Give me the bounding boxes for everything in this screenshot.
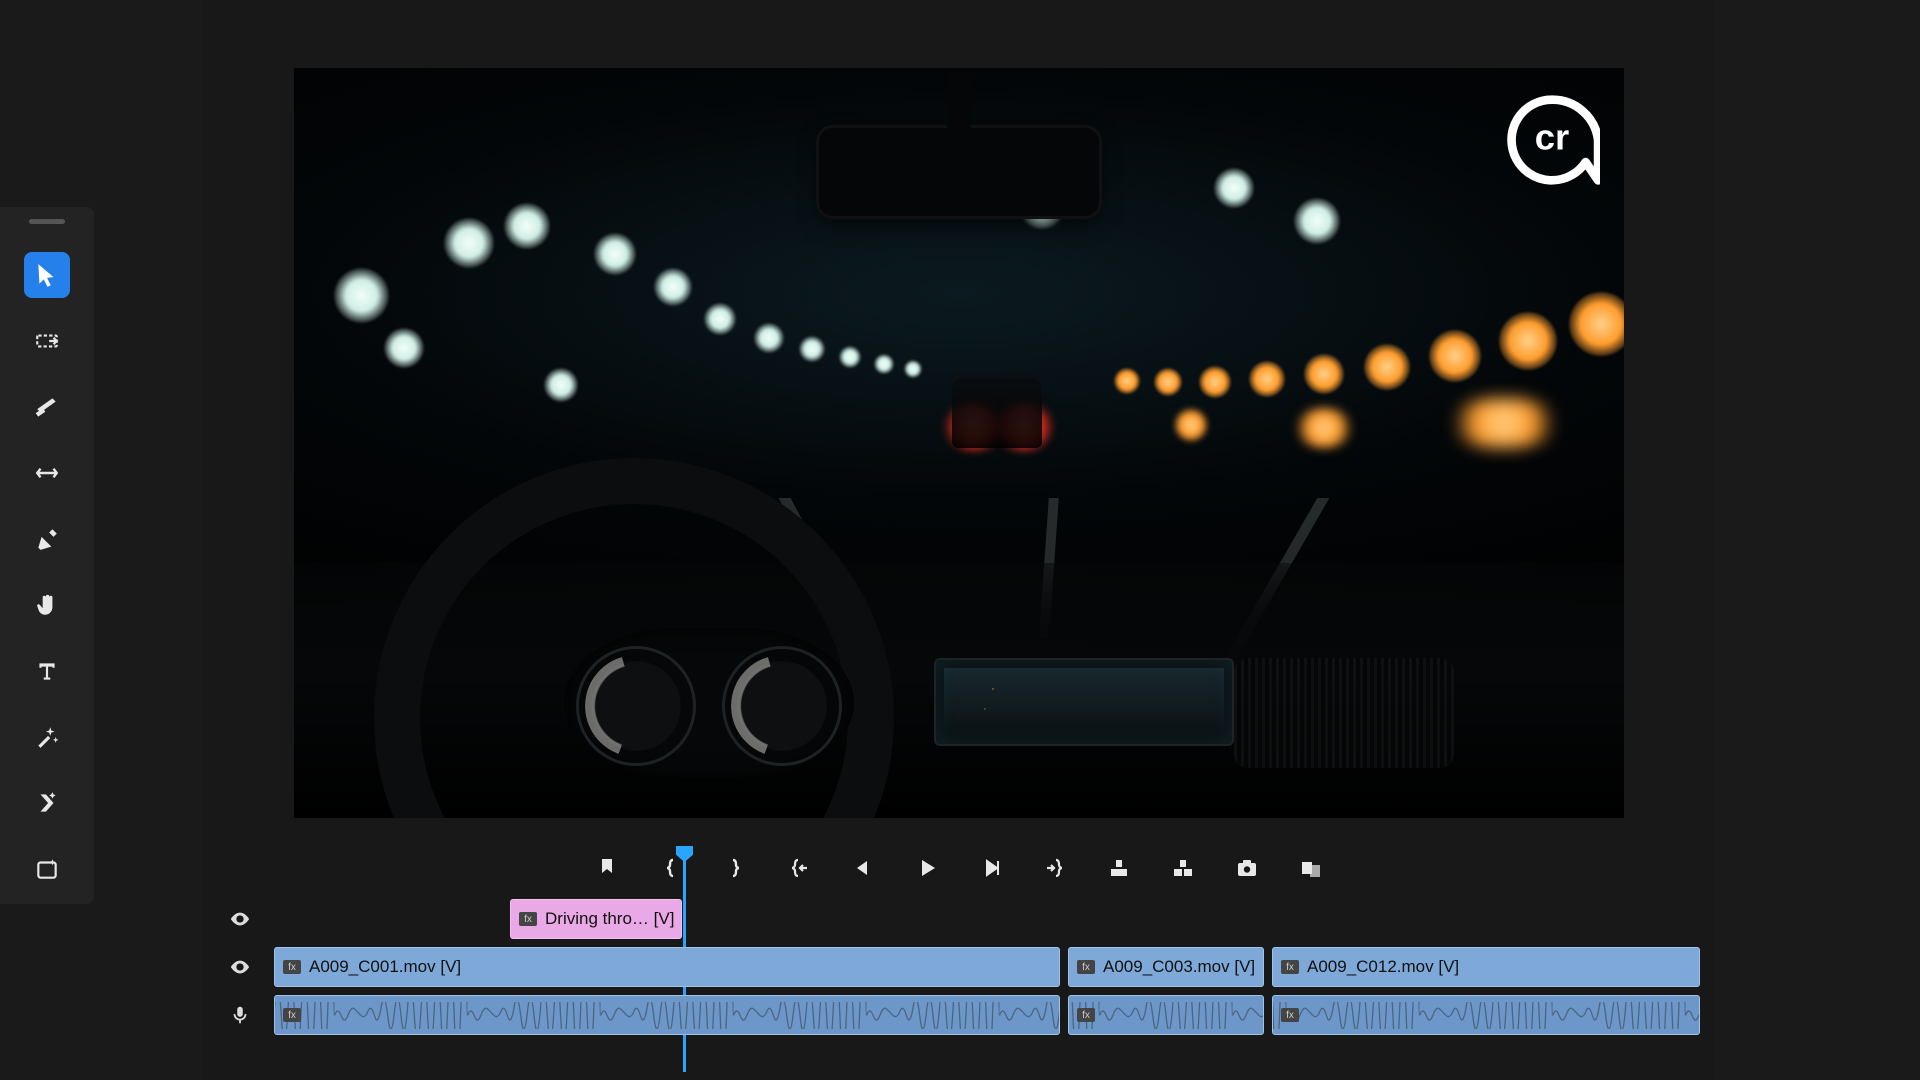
fx-badge: fx: [1281, 1008, 1299, 1022]
wand-icon: [34, 724, 60, 750]
brace-left-icon: [659, 856, 683, 880]
editor-main: cr fx Driving thro… [V]: [202, 0, 1714, 1080]
type-icon: [34, 658, 60, 684]
track-audio-1: fx fx fx: [216, 992, 1714, 1038]
sparkle-frame-icon: [34, 856, 60, 882]
car-dashboard: [294, 563, 1624, 818]
extract-button[interactable]: [1168, 853, 1198, 883]
step-back-icon: [851, 856, 875, 880]
marker-icon: [595, 856, 619, 880]
fx-badge: fx: [283, 1008, 301, 1022]
timeline[interactable]: fx Driving thro… [V] fx A009_C001.mov [V…: [216, 896, 1714, 1040]
cursor-icon: [34, 262, 60, 288]
mark-out-button[interactable]: [720, 853, 750, 883]
fx-badge: fx: [1281, 960, 1299, 974]
step-forward-icon: [979, 856, 1003, 880]
track-visibility-toggle[interactable]: [216, 908, 264, 930]
mic-icon: [229, 1004, 251, 1026]
track-lane[interactable]: fx fx fx: [274, 992, 1714, 1038]
clip-video[interactable]: fx A009_C012.mov [V]: [1272, 947, 1700, 987]
svg-text:cr: cr: [1535, 117, 1569, 158]
go-to-in-button[interactable]: [784, 853, 814, 883]
hand-icon: [34, 592, 60, 618]
compare-icon: [1299, 856, 1323, 880]
fx-badge: fx: [519, 912, 537, 926]
pen-icon: [34, 526, 60, 552]
transport-controls: [294, 842, 1624, 894]
export-frame-button[interactable]: [1232, 853, 1262, 883]
go-out-icon: [1043, 856, 1067, 880]
generate-tool[interactable]: [24, 846, 70, 892]
extract-icon: [1171, 856, 1195, 880]
fx-badge: fx: [1077, 960, 1095, 974]
play-button[interactable]: [912, 853, 942, 883]
magic-tool[interactable]: [24, 714, 70, 760]
ripple-edit-tool[interactable]: [24, 318, 70, 364]
pen-tool[interactable]: [24, 516, 70, 562]
remix-tool[interactable]: [24, 780, 70, 826]
razor-tool[interactable]: [24, 384, 70, 430]
track-lane[interactable]: fx A009_C001.mov [V] fx A009_C003.mov [V…: [274, 944, 1714, 990]
clip-audio[interactable]: fx: [274, 995, 1060, 1035]
remix-icon: [34, 790, 60, 816]
clip-video[interactable]: fx A009_C003.mov [V]: [1068, 947, 1264, 987]
camera-icon: [1235, 856, 1259, 880]
selection-tool[interactable]: [24, 252, 70, 298]
go-in-icon: [787, 856, 811, 880]
clip-audio[interactable]: fx: [1068, 995, 1264, 1035]
eye-icon: [229, 908, 251, 930]
lift-icon: [1107, 856, 1131, 880]
step-forward-button[interactable]: [976, 853, 1006, 883]
clip-label: Driving thro… [V]: [545, 909, 674, 929]
lift-button[interactable]: [1104, 853, 1134, 883]
slip-icon: [34, 460, 60, 486]
program-monitor[interactable]: cr: [294, 68, 1624, 818]
video-preview: cr: [294, 68, 1624, 818]
clip-label: A009_C001.mov [V]: [309, 957, 461, 977]
go-to-out-button[interactable]: [1040, 853, 1070, 883]
track-lane[interactable]: fx Driving thro… [V]: [274, 896, 1714, 942]
insert-button[interactable]: [1296, 853, 1326, 883]
tool-palette: [0, 207, 94, 904]
clip-label: A009_C003.mov [V]: [1103, 957, 1255, 977]
add-marker-button[interactable]: [592, 853, 622, 883]
brace-right-icon: [723, 856, 747, 880]
step-back-button[interactable]: [848, 853, 878, 883]
track-video-1: fx A009_C001.mov [V] fx A009_C003.mov [V…: [216, 944, 1714, 990]
clip-audio[interactable]: fx: [1272, 995, 1700, 1035]
track-graphics: fx Driving thro… [V]: [216, 896, 1714, 942]
track-visibility-toggle[interactable]: [216, 956, 264, 978]
razor-icon: [34, 394, 60, 420]
toolbar-drag-handle[interactable]: [29, 219, 65, 224]
play-icon: [915, 856, 939, 880]
fx-badge: fx: [283, 960, 301, 974]
brand-logo-icon: cr: [1504, 92, 1600, 188]
clip-graphics[interactable]: fx Driving thro… [V]: [510, 899, 682, 939]
type-tool[interactable]: [24, 648, 70, 694]
ripple-icon: [34, 328, 60, 354]
clip-video[interactable]: fx A009_C001.mov [V]: [274, 947, 1060, 987]
eye-icon: [229, 956, 251, 978]
hand-tool[interactable]: [24, 582, 70, 628]
track-mic-toggle[interactable]: [216, 1004, 264, 1026]
clip-label: A009_C012.mov [V]: [1307, 957, 1459, 977]
fx-badge: fx: [1077, 1008, 1095, 1022]
slip-tool[interactable]: [24, 450, 70, 496]
rearview-mirror: [819, 128, 1099, 216]
